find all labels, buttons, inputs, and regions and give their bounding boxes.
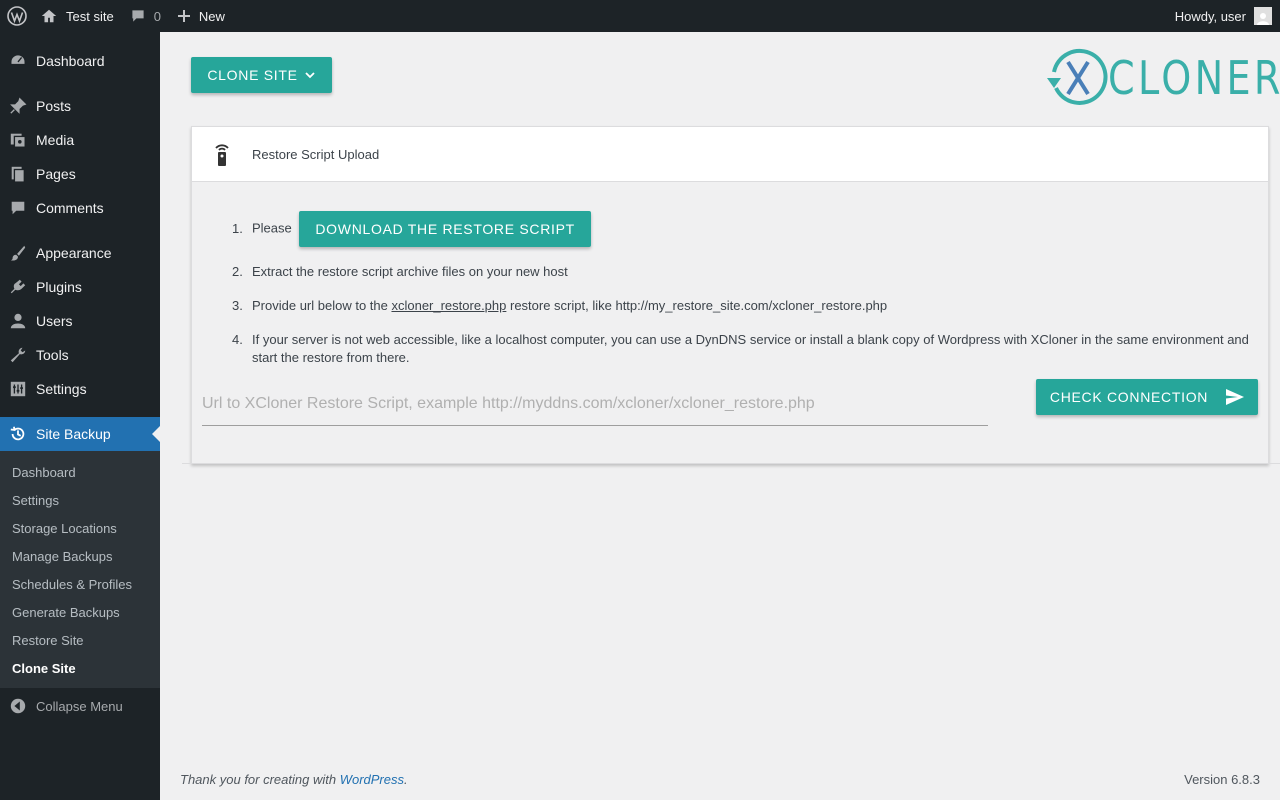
menu-label: Site Backup [36,426,111,442]
step-number: 3. [232,298,243,313]
menu-item-plugins[interactable]: Plugins [0,270,160,304]
clone-site-label: CLONE SITE [207,67,298,83]
menu-label: Pages [36,166,76,182]
submenu-item-storage-locations[interactable]: Storage Locations [0,514,160,542]
menu-item-pages[interactable]: Pages [0,157,160,191]
step-4-text: If your server is not web accessible, li… [252,332,1249,365]
card-header[interactable]: Restore Script Upload [192,127,1268,182]
collapse-menu-label: Collapse Menu [36,698,123,714]
submenu-item-schedules-profiles[interactable]: Schedules & Profiles [0,570,160,598]
wordpress-logo-button[interactable] [0,0,34,32]
menu-item-posts[interactable]: Posts [0,89,160,123]
step-2: 2. Extract the restore script archive fi… [232,263,1257,281]
divider [182,463,1280,464]
xcloner-restore-link[interactable]: xcloner_restore.php [391,298,506,313]
menu-item-tools[interactable]: Tools [0,338,160,372]
comments-count: 0 [153,8,161,24]
submenu-item-manage-backups[interactable]: Manage Backups [0,542,160,570]
comment-bubble-icon [132,10,144,22]
step-2-text: Extract the restore script archive files… [252,264,568,279]
step-3-text-post: restore script, like http://my_restore_s… [506,298,888,313]
chevron-down-icon [304,72,315,79]
restore-script-url-input[interactable] [202,382,988,426]
settings-icon [8,379,28,399]
menu-label: Comments [36,200,104,216]
step-number: 1. [232,221,243,236]
wordpress-link[interactable]: WordPress [340,772,404,787]
avatar [1254,7,1272,25]
menu-label: Posts [36,98,72,114]
restore-script-upload-card: Restore Script Upload 1. Please DOWNLOAD… [191,126,1269,464]
menu-label: Settings [36,381,87,397]
howdy-text: Howdy, user [1174,8,1246,24]
download-restore-script-button[interactable]: DOWNLOAD THE RESTORE SCRIPT [299,211,591,247]
site-name: Test site [66,8,114,24]
site-backup-submenu: Dashboard Settings Storage Locations Man… [0,451,160,688]
menu-item-appearance[interactable]: Appearance [0,236,160,270]
check-connection-label: CHECK CONNECTION [1049,389,1209,405]
history-icon [8,424,28,444]
collapse-menu-button[interactable]: Collapse Menu [0,689,160,723]
avatar-silhouette-icon [1257,13,1269,25]
wrench-icon [8,345,28,365]
step-number: 2. [232,264,243,279]
site-name-link[interactable]: Test site [34,0,122,32]
my-account-link[interactable]: Howdy, user [1167,0,1280,32]
submenu-item-generate-backups[interactable]: Generate Backups [0,598,160,626]
submenu-item-settings[interactable]: Settings [0,486,160,514]
submenu-item-dashboard[interactable]: Dashboard [0,458,160,486]
menu-label: Plugins [36,279,82,295]
footer-thanks-text: Thank you for creating with [180,772,340,787]
send-icon [1226,389,1245,405]
new-content-link[interactable]: New [169,0,233,32]
menu-label: Dashboard [36,53,105,69]
admin-bar: Test site 0 New Howdy, user [0,0,1280,32]
menu-item-settings[interactable]: Settings [0,372,160,406]
clone-site-dropdown-button[interactable]: CLONE SITE [191,57,332,93]
wordpress-logo-icon [7,6,27,26]
step-3-text-pre: Provide url below to the [252,298,392,313]
step-number: 4. [232,332,243,347]
step-1-text: Please [252,220,292,236]
footer-thanks: Thank you for creating with WordPress. [180,772,408,787]
home-icon [41,9,57,23]
submenu-item-restore-site[interactable]: Restore Site [0,626,160,654]
check-connection-button[interactable]: CHECK CONNECTION [1036,379,1258,415]
submenu-item-clone-site[interactable]: Clone Site [0,654,160,682]
menu-item-comments[interactable]: Comments [0,191,160,225]
menu-label: Users [36,313,73,329]
menu-label: Appearance [36,245,112,261]
card-title: Restore Script Upload [252,146,380,162]
xcloner-logo: CLONER [1044,48,1280,108]
comment-icon [8,198,28,218]
media-icon [8,130,28,150]
pin-icon [8,96,28,116]
footer-thanks-end: . [404,772,408,787]
new-label: New [198,8,225,24]
xcloner-logo-icon [1047,49,1108,105]
menu-item-media[interactable]: Media [0,123,160,157]
menu-item-site-backup[interactable]: Site Backup [0,417,160,451]
dashboard-icon [8,51,28,71]
admin-sidebar: Dashboard Posts Media Pages Comments App… [0,32,160,800]
logo-text: CLONER [1108,51,1280,105]
user-icon [8,311,28,331]
footer-version: Version 6.8.3 [1184,772,1260,787]
remote-control-icon [215,144,229,166]
menu-item-users[interactable]: Users [0,304,160,338]
menu-label: Media [36,132,75,148]
comments-link[interactable]: 0 [122,0,169,32]
plug-icon [8,277,28,297]
step-1: 1. Please DOWNLOAD THE RESTORE SCRIPT [232,211,1257,247]
collapse-arrow-icon [8,696,28,716]
pages-icon [8,164,28,184]
step-3: 3. Provide url below to the xcloner_rest… [232,297,1257,315]
main-content: CLONE SITE CLONER Restore Script Upload … [160,32,1280,800]
plus-icon [177,10,190,22]
brush-icon [8,243,28,263]
menu-item-dashboard[interactable]: Dashboard [0,44,160,78]
menu-label: Tools [36,347,69,363]
step-4: 4. If your server is not web accessible,… [232,331,1257,367]
